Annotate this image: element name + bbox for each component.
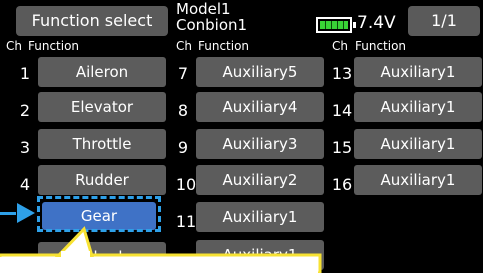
function-column-header: Function xyxy=(355,39,407,53)
pointer-arrow-icon xyxy=(17,203,35,223)
function-select-title-button[interactable]: Function select xyxy=(16,6,168,36)
channel-function-button[interactable]: Auxiliary4 xyxy=(196,92,324,122)
channel-number: 16 xyxy=(331,175,353,194)
channel-number: 7 xyxy=(177,64,189,83)
channel-function-button[interactable]: Auxiliary3 xyxy=(196,129,324,159)
ch-column-header: Ch xyxy=(332,39,348,53)
battery-voltage: 7.4V xyxy=(357,13,396,33)
channel-function-button[interactable]: Rudder xyxy=(38,165,166,195)
function-column-header: Function xyxy=(28,39,80,53)
channel-number: 10 xyxy=(175,175,197,194)
channel-number: 9 xyxy=(177,138,189,157)
channel-function-button[interactable]: Auxiliary1 xyxy=(354,57,482,87)
channel-function-button[interactable]: Aileron xyxy=(38,57,166,87)
callout-bubble xyxy=(0,226,322,273)
model-name: Model1 xyxy=(176,0,231,18)
channel-function-button[interactable]: Auxiliary1 xyxy=(354,165,482,195)
pointer-line xyxy=(0,212,16,215)
top-bar: Function select Model1 Conbion1 7.4V 1/1 xyxy=(0,0,483,40)
channel-function-button[interactable]: Throttle xyxy=(38,129,166,159)
channel-number: 8 xyxy=(177,101,189,120)
channel-function-button[interactable]: Auxiliary2 xyxy=(196,165,324,195)
channel-function-button[interactable]: Auxiliary1 xyxy=(354,129,482,159)
channel-number: 2 xyxy=(19,101,31,120)
channel-number: 14 xyxy=(331,101,353,120)
channel-number: 13 xyxy=(331,64,353,83)
channel-number: 15 xyxy=(331,138,353,157)
battery-icon xyxy=(316,17,356,33)
channel-function-button[interactable]: Elevator xyxy=(38,92,166,122)
channel-function-button[interactable]: Auxiliary1 xyxy=(354,92,482,122)
channel-number: 3 xyxy=(19,138,31,157)
channel-number: 4 xyxy=(19,175,31,194)
model-type: Conbion1 xyxy=(176,16,248,34)
model-info: Model1 Conbion1 xyxy=(176,1,247,33)
ch-column-header: Ch xyxy=(6,39,22,53)
channel-function-button[interactable]: Auxiliary5 xyxy=(196,57,324,87)
channel-number: 1 xyxy=(19,64,31,83)
page-indicator-button[interactable]: 1/1 xyxy=(408,6,480,36)
function-column-header: Function xyxy=(198,39,250,53)
ch-column-header: Ch xyxy=(176,39,192,53)
